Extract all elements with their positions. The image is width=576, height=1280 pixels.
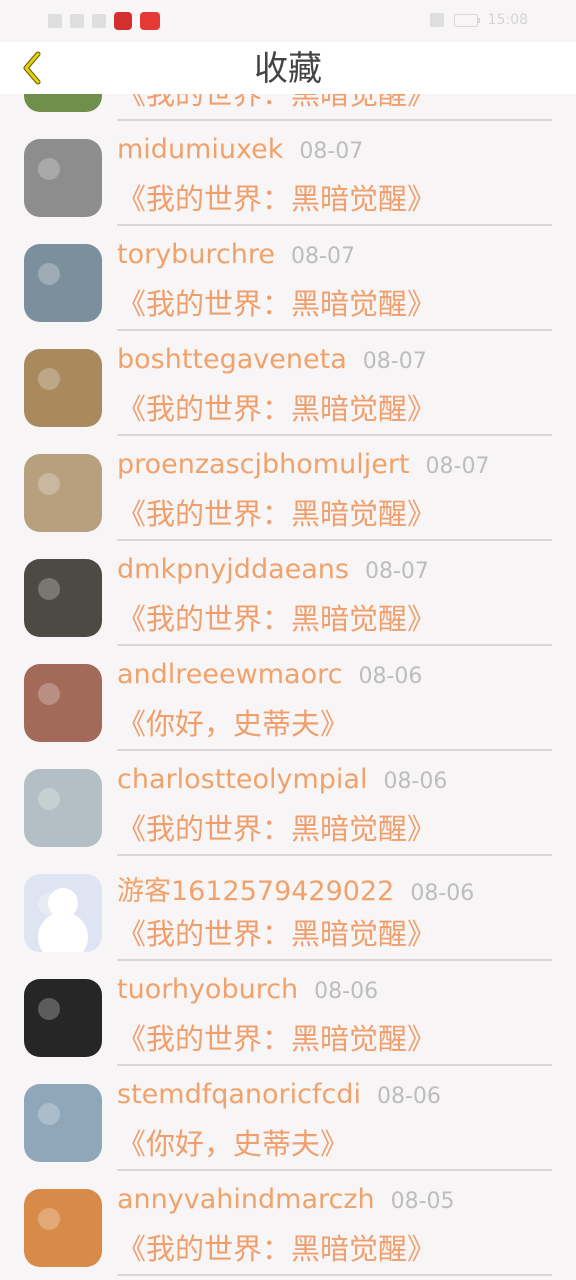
list-item[interactable]: boshttegaveneta 08-07 《我的世界：黑暗觉醒》: [0, 331, 576, 436]
list-item-content: annyvahindmarczh 08-05 《我的世界：黑暗觉醒》: [117, 1171, 552, 1276]
avatar[interactable]: [24, 769, 102, 847]
date-label: 08-06: [314, 979, 379, 1004]
user-name[interactable]: midumiuxek: [117, 134, 283, 165]
book-title[interactable]: 《我的世界：黑暗觉醒》: [117, 911, 436, 953]
date-label: 08-07: [362, 349, 427, 374]
favorites-list-content: vi锼ca靓se智能设施设备08-07《我的世界：黑暗觉醒》midumiuxek…: [0, 94, 576, 1276]
date-label: 08-05: [390, 1189, 455, 1214]
date-label: 08-07: [291, 244, 355, 269]
list-item-header: stemdfqanoricfcdi 08-06: [117, 1079, 441, 1110]
date-label: 08-06: [410, 881, 475, 906]
list-item[interactable]: vi锼ca靓se智能设施设备08-07《我的世界：黑暗觉醒》: [0, 94, 576, 121]
book-title[interactable]: 《我的世界：黑暗觉醒》: [117, 491, 436, 533]
user-name[interactable]: toryburchre: [117, 239, 275, 270]
avatar[interactable]: [24, 559, 102, 637]
list-item-header: tuorhyoburch 08-06: [117, 974, 378, 1005]
book-title[interactable]: 《我的世界：黑暗觉醒》: [117, 1226, 436, 1268]
avatar[interactable]: [24, 1084, 102, 1162]
signal-icon: [48, 14, 62, 28]
app-header: 收藏: [0, 42, 576, 94]
notification-icon: [92, 14, 106, 28]
user-name[interactable]: 游客1612579429022: [117, 869, 394, 908]
date-label: 08-06: [383, 769, 448, 794]
user-name[interactable]: proenzascjbhomuljert: [117, 449, 410, 480]
list-item[interactable]: toryburchre 08-07 《我的世界：黑暗觉醒》: [0, 226, 576, 331]
list-item-content: andlreeewmaorc 08-06 《你好，史蒂夫》: [117, 646, 552, 751]
list-item[interactable]: andlreeewmaorc 08-06 《你好，史蒂夫》: [0, 646, 576, 751]
book-title[interactable]: 《你好，史蒂夫》: [117, 701, 349, 743]
list-item[interactable]: proenzascjbhomuljert 08-07 《我的世界：黑暗觉醒》: [0, 436, 576, 541]
user-name[interactable]: tuorhyoburch: [117, 974, 298, 1005]
list-item-content: dmkpnyjddaeans 08-07 《我的世界：黑暗觉醒》: [117, 541, 552, 646]
avatar[interactable]: [24, 664, 102, 742]
list-item[interactable]: dmkpnyjddaeans 08-07 《我的世界：黑暗觉醒》: [0, 541, 576, 646]
list-item[interactable]: midumiuxek 08-07 《我的世界：黑暗觉醒》: [0, 121, 576, 226]
list-item[interactable]: tuorhyoburch 08-06 《我的世界：黑暗觉醒》: [0, 961, 576, 1066]
book-title[interactable]: 《我的世界：黑暗觉醒》: [117, 1016, 436, 1058]
book-title[interactable]: 《我的世界：黑暗觉醒》: [117, 386, 436, 428]
list-item-header: andlreeewmaorc 08-06: [117, 659, 422, 690]
avatar[interactable]: [24, 349, 102, 427]
avatar[interactable]: [24, 1189, 102, 1267]
user-name[interactable]: boshttegaveneta: [117, 344, 347, 375]
list-item-header: proenzascjbhomuljert 08-07: [117, 449, 489, 480]
app-icon: [140, 12, 160, 30]
list-item[interactable]: charlostteolympial 08-06 《我的世界：黑暗觉醒》: [0, 751, 576, 856]
list-item-header: boshttegaveneta 08-07: [117, 344, 427, 375]
list-item-header: 游客1612579429022 08-06: [117, 869, 474, 908]
status-bar: 15:08: [0, 0, 576, 42]
status-right-icons: 15:08: [429, 12, 528, 28]
app-icon: [114, 12, 132, 30]
user-name[interactable]: andlreeewmaorc: [117, 659, 342, 690]
list-item-content: vi锼ca靓se智能设施设备08-07《我的世界：黑暗觉醒》: [117, 94, 552, 121]
avatar[interactable]: [24, 454, 102, 532]
date-label: 08-07: [364, 559, 429, 584]
avatar[interactable]: [24, 244, 102, 322]
date-label: 08-06: [358, 664, 423, 689]
list-item[interactable]: stemdfqanoricfcdi 08-06 《你好，史蒂夫》: [0, 1066, 576, 1171]
alarm-icon: [429, 13, 444, 27]
list-item-content: stemdfqanoricfcdi 08-06 《你好，史蒂夫》: [117, 1066, 552, 1171]
list-item-header: toryburchre 08-07: [117, 239, 355, 270]
avatar[interactable]: [24, 139, 102, 217]
book-title[interactable]: 《你好，史蒂夫》: [117, 1121, 349, 1163]
status-time: 15:08: [487, 12, 528, 28]
list-item-content: boshttegaveneta 08-07 《我的世界：黑暗觉醒》: [117, 331, 552, 436]
book-title[interactable]: 《我的世界：黑暗觉醒》: [117, 281, 436, 323]
user-name[interactable]: dmkpnyjddaeans: [117, 554, 349, 585]
date-label: 08-07: [425, 454, 490, 479]
user-name[interactable]: annyvahindmarczh: [117, 1184, 375, 1215]
date-label: 08-06: [376, 1084, 441, 1109]
status-left-icons: [48, 12, 160, 30]
book-title[interactable]: 《我的世界：黑暗觉醒》: [117, 596, 436, 638]
list-item-header: annyvahindmarczh 08-05: [117, 1184, 455, 1215]
list-item-content: proenzascjbhomuljert 08-07 《我的世界：黑暗觉醒》: [117, 436, 552, 541]
battery-icon: [453, 13, 480, 27]
list-item-header: midumiuxek 08-07: [117, 134, 363, 165]
list-item[interactable]: annyvahindmarczh 08-05 《我的世界：黑暗觉醒》: [0, 1171, 576, 1276]
avatar[interactable]: [24, 874, 102, 952]
list-item[interactable]: 游客1612579429022 08-06 《我的世界：黑暗觉醒》: [0, 856, 576, 961]
list-item-content: tuorhyoburch 08-06 《我的世界：黑暗觉醒》: [117, 961, 552, 1066]
list-item-content: 游客1612579429022 08-06 《我的世界：黑暗觉醒》: [117, 856, 552, 961]
book-title[interactable]: 《我的世界：黑暗觉醒》: [117, 94, 436, 113]
avatar[interactable]: [24, 94, 102, 112]
avatar[interactable]: [24, 979, 102, 1057]
favorites-list[interactable]: vi锼ca靓se智能设施设备08-07《我的世界：黑暗觉醒》midumiuxek…: [0, 94, 576, 1280]
list-item-header: charlostteolympial 08-06: [117, 764, 447, 795]
page-title: 收藏: [254, 49, 322, 89]
list-item-header: dmkpnyjddaeans 08-07: [117, 554, 429, 585]
user-name[interactable]: charlostteolympial: [117, 764, 367, 795]
list-item-content: toryburchre 08-07 《我的世界：黑暗觉醒》: [117, 226, 552, 331]
list-item-content: midumiuxek 08-07 《我的世界：黑暗觉醒》: [117, 121, 552, 226]
wifi-icon: [70, 14, 84, 28]
user-name[interactable]: stemdfqanoricfcdi: [117, 1079, 361, 1110]
book-title[interactable]: 《我的世界：黑暗觉醒》: [117, 176, 436, 218]
book-title[interactable]: 《我的世界：黑暗觉醒》: [117, 806, 436, 848]
list-item-content: charlostteolympial 08-06 《我的世界：黑暗觉醒》: [117, 751, 552, 856]
date-label: 08-07: [299, 139, 364, 164]
